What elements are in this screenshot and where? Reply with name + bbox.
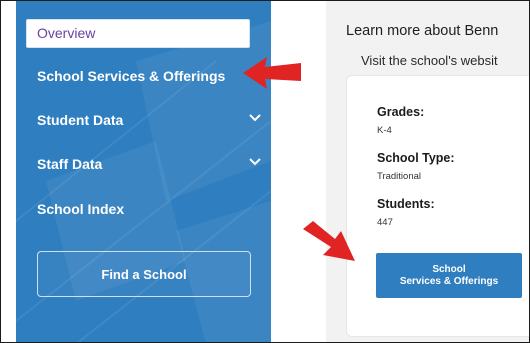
grades-label: Grades: — [377, 105, 425, 119]
button-line-2: Services & Offerings — [399, 275, 499, 287]
find-school-button[interactable]: Find a School — [37, 251, 251, 297]
grades-value: K-4 — [377, 125, 392, 136]
sidebar-item-student-data[interactable]: Student Data — [37, 111, 123, 129]
chevron-down-icon[interactable] — [248, 113, 262, 123]
students-value: 447 — [377, 217, 393, 228]
sidebar-item-label: School Services & Offerings — [37, 68, 226, 84]
sidebar-item-overview[interactable]: Overview — [26, 19, 250, 48]
students-label: Students: — [377, 197, 435, 211]
chevron-down-icon[interactable] — [248, 157, 262, 167]
school-services-button[interactable]: School Services & Offerings — [376, 253, 522, 298]
sidebar-item-staff-data[interactable]: Staff Data — [37, 155, 102, 173]
visit-website-link[interactable]: Visit the school's websit — [361, 53, 498, 68]
button-line-1: School — [432, 263, 466, 275]
school-type-label: School Type: — [377, 151, 455, 165]
sidebar-item-label: Student Data — [37, 112, 124, 128]
sidebar-item-label: Overview — [37, 25, 96, 41]
school-services-button-label: School Services & Offerings — [400, 264, 498, 288]
app-frame: Overview School Services & Offerings Stu… — [0, 0, 530, 343]
sidebar-item-school-index[interactable]: School Index — [37, 200, 124, 218]
sidebar: Overview School Services & Offerings Stu… — [16, 1, 271, 342]
learn-more-heading: Learn more about Benn — [346, 23, 499, 39]
sidebar-item-school-services[interactable]: School Services & Offerings — [37, 67, 225, 85]
sidebar-item-label: School Index — [37, 201, 125, 217]
find-school-button-label: Find a School — [101, 266, 187, 282]
school-type-value: Traditional — [377, 171, 422, 182]
sidebar-item-label: Staff Data — [37, 156, 103, 172]
